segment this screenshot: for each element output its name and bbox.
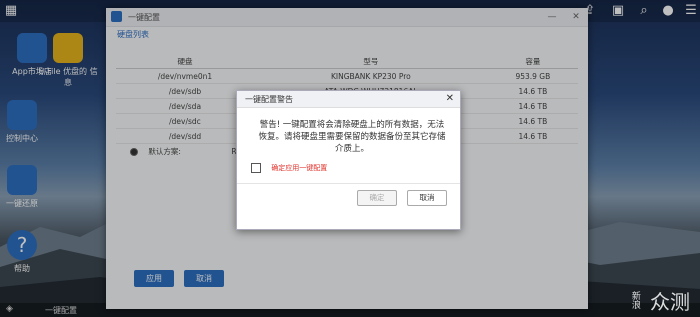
confirm-checkbox[interactable] xyxy=(251,163,261,173)
checkbox-label: 确定应用一键配置 xyxy=(271,164,328,172)
confirm-button[interactable]: 确定 xyxy=(357,190,397,206)
dialog-titlebar: 一键配置警告 ✕ xyxy=(237,91,460,108)
warning-message: 警告! 一键配置将会清除硬盘上的所有数据，无法恢复。请将硬盘里需要保留的数据备份… xyxy=(258,120,446,154)
dialog-title: 一键配置警告 xyxy=(245,95,293,104)
confirm-checkbox-row[interactable]: 确定应用一键配置 xyxy=(251,163,327,173)
warning-dialog: 一键配置警告 ✕ 警告! 一键配置将会清除硬盘上的所有数据，无法恢复。请将硬盘里… xyxy=(236,90,461,230)
watermark-text: 众测 xyxy=(650,289,690,314)
dialog-cancel-button[interactable]: 取消 xyxy=(407,190,447,206)
close-icon[interactable]: ✕ xyxy=(446,93,454,104)
watermark-logo: 新 浪 众测 xyxy=(631,289,690,314)
watermark-char: 浪 xyxy=(631,301,641,311)
dialog-divider xyxy=(237,183,460,184)
